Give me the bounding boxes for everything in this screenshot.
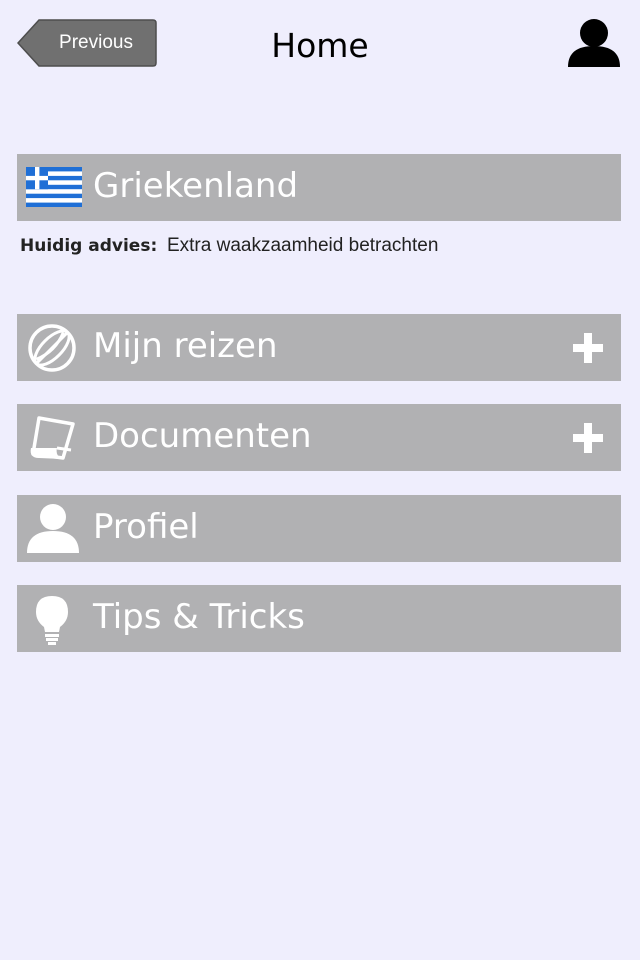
menu-item-mijn-reizen[interactable]: Mijn reizen — [17, 314, 621, 381]
previous-button[interactable]: Previous — [17, 19, 157, 67]
profile-button[interactable] — [566, 18, 622, 70]
add-document-button[interactable] — [573, 423, 603, 453]
menu-item-label: Tips & Tricks — [93, 597, 305, 637]
document-icon — [30, 416, 75, 460]
menu-item-label: Mijn reizen — [93, 326, 278, 366]
travel-advice: Huidig advies: Extra waakzaamheid betrac… — [20, 232, 438, 260]
advice-label: Huidig advies: — [20, 236, 158, 256]
person-icon — [27, 504, 79, 553]
country-bar[interactable]: Griekenland — [17, 154, 621, 221]
person-icon — [568, 19, 620, 67]
menu-item-documenten[interactable]: Documenten — [17, 404, 621, 471]
greece-flag-icon — [26, 167, 82, 207]
advice-value: Extra waakzaamheid betrachten — [166, 235, 439, 256]
country-name: Griekenland — [93, 166, 299, 206]
previous-button-label: Previous — [59, 32, 133, 53]
add-trip-button[interactable] — [573, 333, 603, 363]
globe-icon — [28, 324, 76, 372]
menu-item-tips-tricks[interactable]: Tips & Tricks — [17, 585, 621, 652]
page-title: Home — [271, 26, 369, 65]
lightbulb-icon — [36, 596, 68, 645]
menu-item-label: Documenten — [93, 416, 312, 456]
menu-item-label: Profiel — [93, 507, 199, 547]
menu-item-profiel[interactable]: Profiel — [17, 495, 621, 562]
